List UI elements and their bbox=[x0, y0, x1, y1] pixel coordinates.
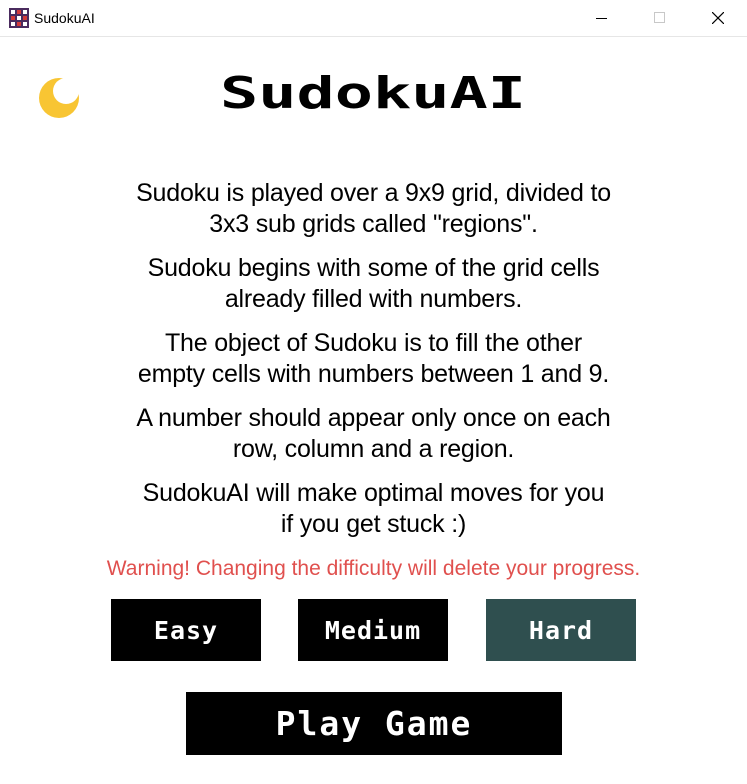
app-logo: SudokuAI bbox=[220, 74, 526, 116]
sudoku-grid-icon bbox=[9, 8, 29, 28]
hard-button[interactable]: Hard bbox=[486, 599, 636, 661]
rule-text: A number should appear only once on each… bbox=[136, 404, 611, 463]
close-button[interactable] bbox=[695, 0, 741, 36]
rule-text: Sudoku is played over a 9x9 grid, divide… bbox=[136, 179, 611, 238]
play-game-button[interactable]: Play Game bbox=[186, 692, 562, 755]
maximize-icon bbox=[654, 12, 665, 23]
moon-icon bbox=[39, 78, 79, 118]
rule-text: The object of Sudoku is to fill the othe… bbox=[137, 329, 610, 388]
minimize-icon bbox=[596, 18, 607, 19]
maximize-button[interactable] bbox=[637, 0, 683, 36]
window-title: SudokuAI bbox=[34, 10, 95, 26]
easy-button[interactable]: Easy bbox=[111, 599, 261, 661]
minimize-button[interactable] bbox=[579, 0, 625, 36]
rules-section: Sudoku is played over a 9x9 grid, divide… bbox=[0, 178, 747, 553]
difficulty-warning: Warning! Changing the difficulty will de… bbox=[106, 557, 641, 580]
rule-text: Sudoku begins with some of the grid cell… bbox=[147, 254, 600, 313]
rule-text: SudokuAI will make optimal moves for you… bbox=[142, 479, 605, 538]
medium-button[interactable]: Medium bbox=[298, 599, 448, 661]
logo-text: SudokuAI bbox=[220, 74, 526, 116]
title-bar: SudokuAI bbox=[0, 0, 747, 37]
theme-toggle-button[interactable] bbox=[37, 76, 81, 120]
close-icon bbox=[712, 12, 724, 24]
